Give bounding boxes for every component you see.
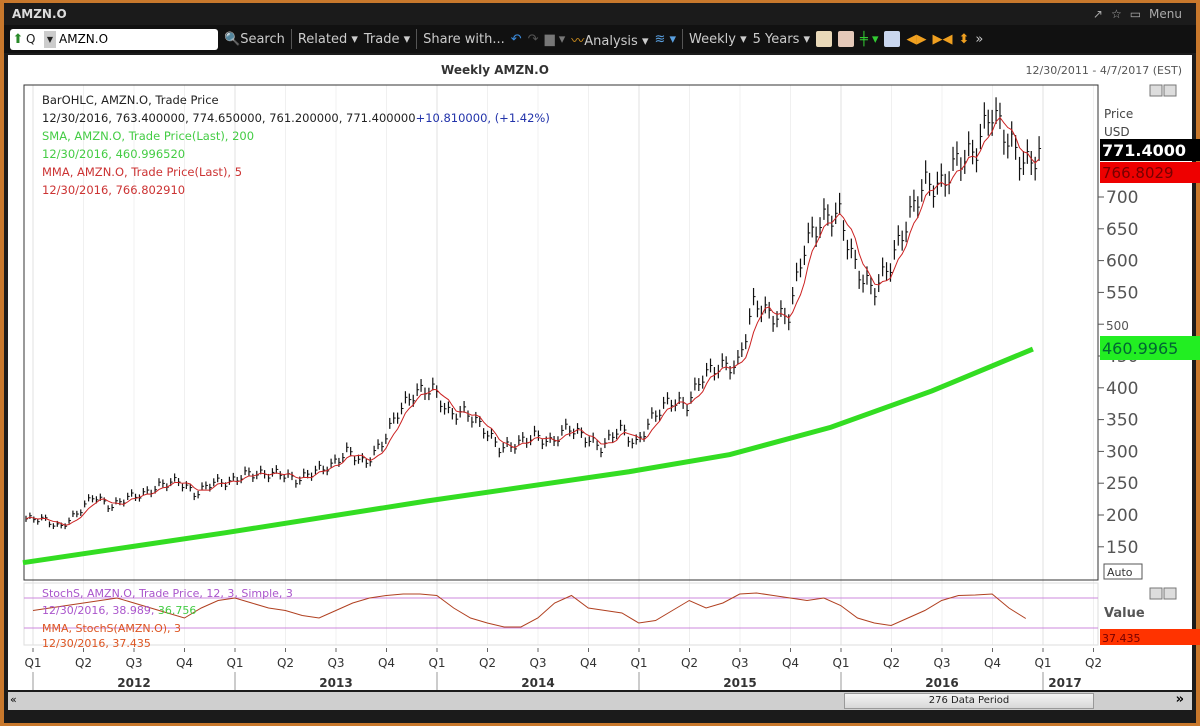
y-tick-label: 150 xyxy=(1106,538,1138,558)
scroll-end-icon[interactable]: » xyxy=(1176,692,1184,707)
x-tick-label: Q1 xyxy=(428,656,445,670)
y-tick-label: 550 xyxy=(1106,283,1138,303)
svg-text:12/30/2016, 763.400000, 774.65: 12/30/2016, 763.400000, 774.650000, 761.… xyxy=(42,111,550,125)
mma-price-text: 766.8029 xyxy=(1102,164,1174,182)
legend-bar: BarOHLC, AMZN.O, Trade Price xyxy=(42,93,219,107)
legend-sma-value: 12/30/2016, 460.996520 xyxy=(42,147,185,161)
year-label: 2017 xyxy=(1048,676,1081,690)
legend-stoch-mma: MMA, StochS(AMZN.O), 3 xyxy=(42,622,181,635)
year-label: 2013 xyxy=(319,676,352,690)
x-tick-label: Q3 xyxy=(327,656,344,670)
legend-stoch-value2: 36.756 xyxy=(158,604,197,617)
y-tick-label: 650 xyxy=(1106,220,1138,240)
legend-mma: MMA, AMZN.O, Trade Price(Last), 5 xyxy=(42,165,242,179)
year-label: 2014 xyxy=(521,676,554,690)
scrollbar[interactable]: « 276 Data Period » xyxy=(8,692,1192,710)
sma-line xyxy=(22,346,1034,566)
x-tick-label: Q3 xyxy=(731,656,748,670)
date-range: 12/30/2011 - 4/7/2017 (EST) xyxy=(1026,64,1183,77)
x-tick-label: Q2 xyxy=(479,656,496,670)
year-label: 2012 xyxy=(117,676,150,690)
x-tick-label: Q1 xyxy=(832,656,849,670)
x-tick-label: Q4 xyxy=(782,656,799,670)
value-label: Value xyxy=(1104,606,1145,621)
year-label: 2016 xyxy=(925,676,958,690)
x-tick-label: Q1 xyxy=(226,656,243,670)
x-tick-label: Q2 xyxy=(681,656,698,670)
svg-text:12/30/2016, 38.989, 36.756: 12/30/2016, 38.989, 36.756 xyxy=(42,604,196,617)
chart-svg: Weekly AMZN.O 12/30/2011 - 4/7/2017 (EST… xyxy=(22,63,1200,690)
x-tick-label: Q4 xyxy=(580,656,597,670)
auto-scale-label: Auto xyxy=(1107,566,1133,579)
y-tick-label: 200 xyxy=(1106,506,1138,526)
y-tick-label: 500 xyxy=(1106,319,1129,333)
close-pane-icon[interactable] xyxy=(1163,84,1177,97)
y-tick-label: 250 xyxy=(1106,474,1138,494)
y-tick-label: 400 xyxy=(1106,379,1138,399)
last-price-text: 771.4000 xyxy=(1102,141,1186,160)
x-tick-label: Q2 xyxy=(883,656,900,670)
chart-title: Weekly AMZN.O xyxy=(441,63,549,77)
minimize-lower-pane-icon[interactable] xyxy=(1149,587,1163,600)
price-axis-label: Price xyxy=(1104,107,1133,121)
x-tick-label: Q4 xyxy=(378,656,395,670)
x-tick-label: Q1 xyxy=(630,656,647,670)
y-tick-label: 350 xyxy=(1106,411,1138,431)
legend-stoch-mma-value: 12/30/2016, 37.435 xyxy=(42,637,151,650)
minimize-pane-icon[interactable] xyxy=(1149,84,1163,97)
legend-stoch-value: 12/30/2016, 38.989, xyxy=(42,604,158,617)
x-tick-label: Q3 xyxy=(529,656,546,670)
scroll-thumb[interactable]: 276 Data Period xyxy=(844,693,1094,709)
x-tick-label: Q4 xyxy=(984,656,1001,670)
legend-mma-value: 12/30/2016, 766.802910 xyxy=(42,183,185,197)
x-tick-label: Q3 xyxy=(933,656,950,670)
x-tick-label: Q2 xyxy=(1085,656,1102,670)
x-tick-label: Q1 xyxy=(24,656,41,670)
y-tick-label: 600 xyxy=(1106,252,1138,272)
price-axis-unit: USD xyxy=(1104,125,1130,139)
legend-bar-change: +10.810000, (+1.42%) xyxy=(416,111,550,125)
legend-bar-values: 12/30/2016, 763.400000, 774.650000, 761.… xyxy=(42,111,416,125)
y-tick-label: 300 xyxy=(1106,442,1138,462)
year-label: 2015 xyxy=(723,676,756,690)
stoch-tag-text: 37.435 xyxy=(1102,632,1141,645)
x-tick-label: Q1 xyxy=(1034,656,1051,670)
x-tick-label: Q4 xyxy=(176,656,193,670)
x-tick-label: Q2 xyxy=(75,656,92,670)
x-tick-label: Q3 xyxy=(125,656,142,670)
legend-sma: SMA, AMZN.O, Trade Price(Last), 200 xyxy=(42,129,254,143)
legend-stoch: StochS, AMZN.O, Trade Price, 12, 3, Simp… xyxy=(42,587,293,600)
scroll-start-icon[interactable]: « xyxy=(10,693,17,706)
y-tick-label: 700 xyxy=(1106,188,1138,208)
x-tick-label: Q2 xyxy=(277,656,294,670)
close-lower-pane-icon[interactable] xyxy=(1163,587,1177,600)
sma-price-text: 460.9965 xyxy=(1102,339,1178,358)
